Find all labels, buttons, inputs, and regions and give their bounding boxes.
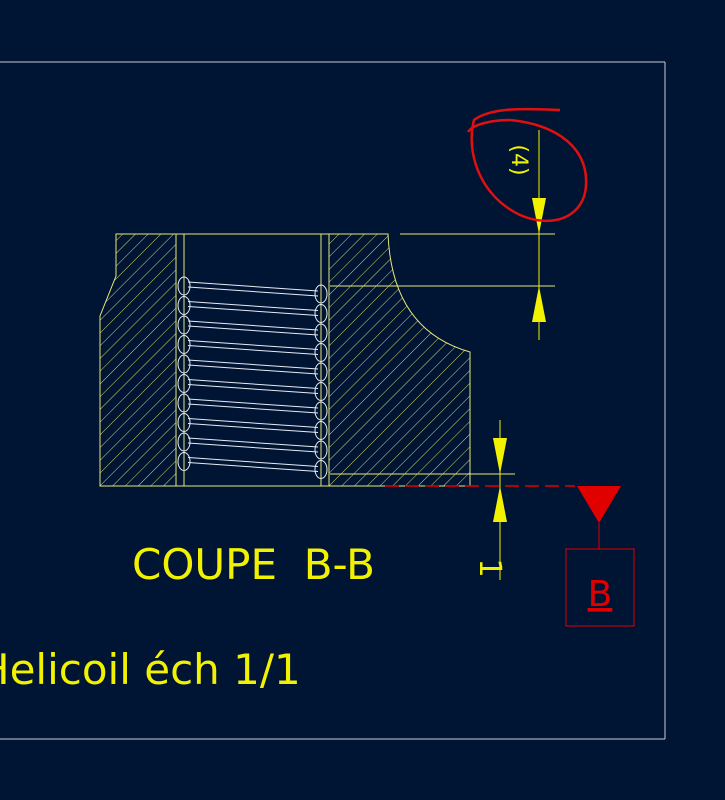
thread-coil-line [187,281,319,292]
thread-coil-line [187,345,319,355]
thread-coil-line [187,379,319,389]
dimension-top: (4) [506,130,546,340]
thread-coil-line [187,398,319,409]
thread-coil-line [187,306,319,316]
datum-symbol: B [565,486,635,627]
right-wall-hatch [328,233,471,487]
section-title: COUPE B-B [132,540,375,589]
datum-label: B [588,574,613,615]
thread-coil-line [187,418,319,428]
thread-coil-line [187,286,319,297]
thread-coil-line [187,359,319,370]
thread-coil-line [187,442,319,453]
datum-triangle [577,486,621,523]
thread-coil-line [187,301,319,311]
thread-coil-line [187,320,319,331]
left-wall-hatch [99,233,177,487]
thread-coil-line [187,423,319,433]
thread-coil-line [187,325,319,336]
thread-coil-line [187,403,319,414]
thread-coil-line [187,340,319,350]
thread-coil-line [187,437,319,448]
part-section [99,233,471,487]
helicoil-thread [177,276,328,479]
thread-coil-line [187,364,319,375]
drawing-canvas: (4) 1 B COUPE B-B Helicoil éch 1/1 [0,61,666,740]
dimension-bottom-value: 1 [472,558,507,577]
dimension-top-value: (4) [506,144,531,175]
thread-coil-line [187,457,319,467]
dimension-bottom: 1 [472,420,507,580]
thread-coil-line [187,384,319,394]
drawing-caption: Helicoil éch 1/1 [0,645,301,694]
thread-coil-line [187,462,319,472]
